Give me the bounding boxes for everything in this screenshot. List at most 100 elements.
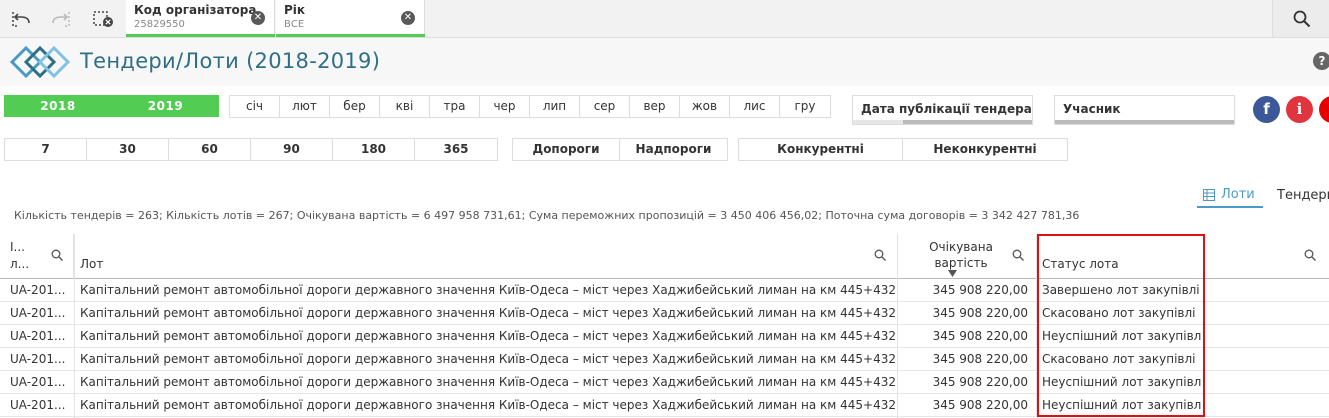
days-button[interactable]: 180 bbox=[333, 139, 415, 160]
column-title: І... bbox=[10, 240, 25, 254]
red-circle-icon[interactable] bbox=[1319, 96, 1329, 123]
cell-tender-id[interactable]: UA-201... bbox=[10, 279, 70, 301]
tab-label: Лоти bbox=[1221, 187, 1255, 202]
listbox-scrollbar[interactable] bbox=[1055, 120, 1234, 124]
month-button[interactable]: лют bbox=[280, 96, 330, 117]
competition-filter: Конкурентні Неконкурентні bbox=[738, 138, 1068, 161]
cell-tender-id[interactable]: UA-201... bbox=[10, 302, 70, 324]
cell-tender-id[interactable]: UA-201... bbox=[10, 348, 70, 370]
threshold-filter: Допороги Надпороги bbox=[512, 138, 728, 161]
tab-label: Тендери bbox=[1277, 188, 1329, 203]
selections-back-button[interactable] bbox=[0, 0, 42, 37]
info-icon[interactable]: i bbox=[1286, 96, 1313, 123]
cell-lot-name[interactable]: Капітальний ремонт автомобільної дороги … bbox=[80, 279, 895, 301]
days-button[interactable]: 7 bbox=[5, 139, 87, 160]
cell-expected-value[interactable]: 345 908 220,00 bbox=[898, 394, 1028, 416]
selection-organizer-code[interactable]: Код організатора 25829550 ✕ bbox=[126, 0, 275, 37]
days-filter: 7 30 60 90 180 365 bbox=[4, 138, 498, 161]
competition-button[interactable]: Конкурентні bbox=[739, 139, 903, 160]
days-button[interactable]: 90 bbox=[251, 139, 333, 160]
status-column-highlight bbox=[1037, 234, 1205, 417]
cell-lot-name[interactable]: Капітальний ремонт автомобільної дороги … bbox=[80, 394, 895, 416]
month-button[interactable]: тра bbox=[430, 96, 480, 117]
search-icon[interactable] bbox=[1304, 249, 1316, 261]
selections-forward-icon bbox=[52, 11, 70, 27]
selections-back-icon bbox=[12, 11, 30, 27]
selection-field-name: Рік bbox=[284, 3, 306, 17]
month-button[interactable]: лип bbox=[530, 96, 580, 117]
clear-selections-icon bbox=[93, 10, 113, 27]
tab-lots[interactable]: Лоти bbox=[1197, 183, 1263, 208]
selections-bar: Код організатора 25829550 ✕ Рік ВСЕ ✕ bbox=[0, 0, 1329, 38]
listbox-publication-date[interactable]: Дата публікації тендера bbox=[852, 95, 1033, 125]
competition-button[interactable]: Неконкурентні bbox=[903, 139, 1067, 160]
facebook-icon[interactable]: f bbox=[1253, 96, 1280, 123]
month-button[interactable]: сер bbox=[580, 96, 630, 117]
cell-lot-name[interactable]: Капітальний ремонт автомобільної дороги … bbox=[80, 371, 895, 393]
search-icon bbox=[1293, 10, 1310, 27]
selection-state-bar bbox=[276, 34, 425, 37]
selection-field-value: 25829550 bbox=[134, 19, 185, 30]
listbox-label: Дата публікації тендера bbox=[861, 102, 1032, 116]
days-button[interactable]: 60 bbox=[169, 139, 251, 160]
cell-expected-value[interactable]: 345 908 220,00 bbox=[898, 302, 1028, 324]
cell-tender-id[interactable]: UA-201... bbox=[10, 325, 70, 347]
threshold-button[interactable]: Надпороги bbox=[620, 139, 727, 160]
month-button[interactable]: жов bbox=[680, 96, 730, 117]
search-icon[interactable] bbox=[51, 249, 63, 261]
column-title: Лот bbox=[80, 257, 104, 271]
cell-expected-value[interactable]: 345 908 220,00 bbox=[898, 348, 1028, 370]
help-icon[interactable]: ? bbox=[1313, 52, 1329, 70]
clear-selections-button[interactable] bbox=[82, 0, 124, 37]
days-button[interactable]: 365 bbox=[415, 139, 497, 160]
month-button[interactable]: лис bbox=[730, 96, 780, 117]
selection-state-bar bbox=[126, 34, 275, 37]
month-button[interactable]: січ bbox=[230, 96, 280, 117]
search-icon[interactable] bbox=[1012, 249, 1024, 261]
prozorro-logo-icon bbox=[9, 44, 71, 84]
cell-expected-value[interactable]: 345 908 220,00 bbox=[898, 325, 1028, 347]
tab-tenders[interactable]: Тендери bbox=[1271, 183, 1329, 208]
month-button[interactable]: кві bbox=[380, 96, 430, 117]
page-title: Тендери/Лоти (2018-2019) bbox=[80, 49, 381, 73]
cell-tender-id[interactable]: UA-201... bbox=[10, 371, 70, 393]
column-header-lot[interactable]: Лот bbox=[74, 234, 898, 278]
cell-tender-id[interactable]: UA-201... bbox=[10, 394, 70, 416]
clear-selection-icon[interactable]: ✕ bbox=[401, 11, 415, 25]
days-button[interactable]: 30 bbox=[87, 139, 169, 160]
column-header-id[interactable]: І... л... bbox=[0, 234, 74, 278]
selection-field-value: ВСЕ bbox=[284, 19, 305, 30]
month-button[interactable]: вер bbox=[630, 96, 680, 117]
selection-year[interactable]: Рік ВСЕ ✕ bbox=[276, 0, 425, 37]
clear-selection-icon[interactable]: ✕ bbox=[251, 11, 265, 25]
cell-expected-value[interactable]: 345 908 220,00 bbox=[898, 279, 1028, 301]
search-icon[interactable] bbox=[874, 249, 886, 261]
listbox-participant[interactable]: Учасник bbox=[1054, 95, 1235, 125]
column-title: л... bbox=[10, 257, 30, 271]
column-title: Очікувана bbox=[929, 240, 993, 254]
listbox-scrollbar-track bbox=[853, 120, 903, 124]
table-icon bbox=[1203, 188, 1215, 201]
listbox-label: Учасник bbox=[1063, 102, 1121, 116]
selection-field-name: Код організатора bbox=[134, 3, 257, 17]
year-button-2019[interactable]: 2019 bbox=[112, 95, 219, 117]
cell-lot-name[interactable]: Капітальний ремонт автомобільної дороги … bbox=[80, 348, 895, 370]
cell-lot-name[interactable]: Капітальний ремонт автомобільної дороги … bbox=[80, 325, 895, 347]
sheet-title-bar: Тендери/Лоти (2018-2019) ? bbox=[0, 38, 1329, 86]
year-button-2018[interactable]: 2018 bbox=[4, 95, 113, 117]
threshold-button[interactable]: Допороги bbox=[513, 139, 620, 160]
column-title: вартість bbox=[934, 256, 988, 270]
summary-text: Кількість тендерів = 263; Кількість лоті… bbox=[14, 209, 1080, 222]
selections-forward-button[interactable] bbox=[40, 0, 82, 37]
sort-descending-icon bbox=[948, 270, 957, 277]
column-divider bbox=[897, 234, 898, 418]
month-button[interactable]: бер bbox=[330, 96, 380, 117]
column-header-expected-value[interactable]: Очікувана вартість bbox=[898, 234, 1037, 278]
cell-expected-value[interactable]: 345 908 220,00 bbox=[898, 371, 1028, 393]
month-button[interactable]: чер bbox=[480, 96, 530, 117]
column-divider bbox=[74, 234, 75, 418]
global-search-button[interactable] bbox=[1272, 0, 1329, 37]
month-filter: січ лют бер кві тра чер лип сер вер жов лис гру bbox=[229, 95, 831, 118]
cell-lot-name[interactable]: Капітальний ремонт автомобільної дороги … bbox=[80, 302, 895, 324]
month-button[interactable]: гру bbox=[780, 96, 830, 117]
